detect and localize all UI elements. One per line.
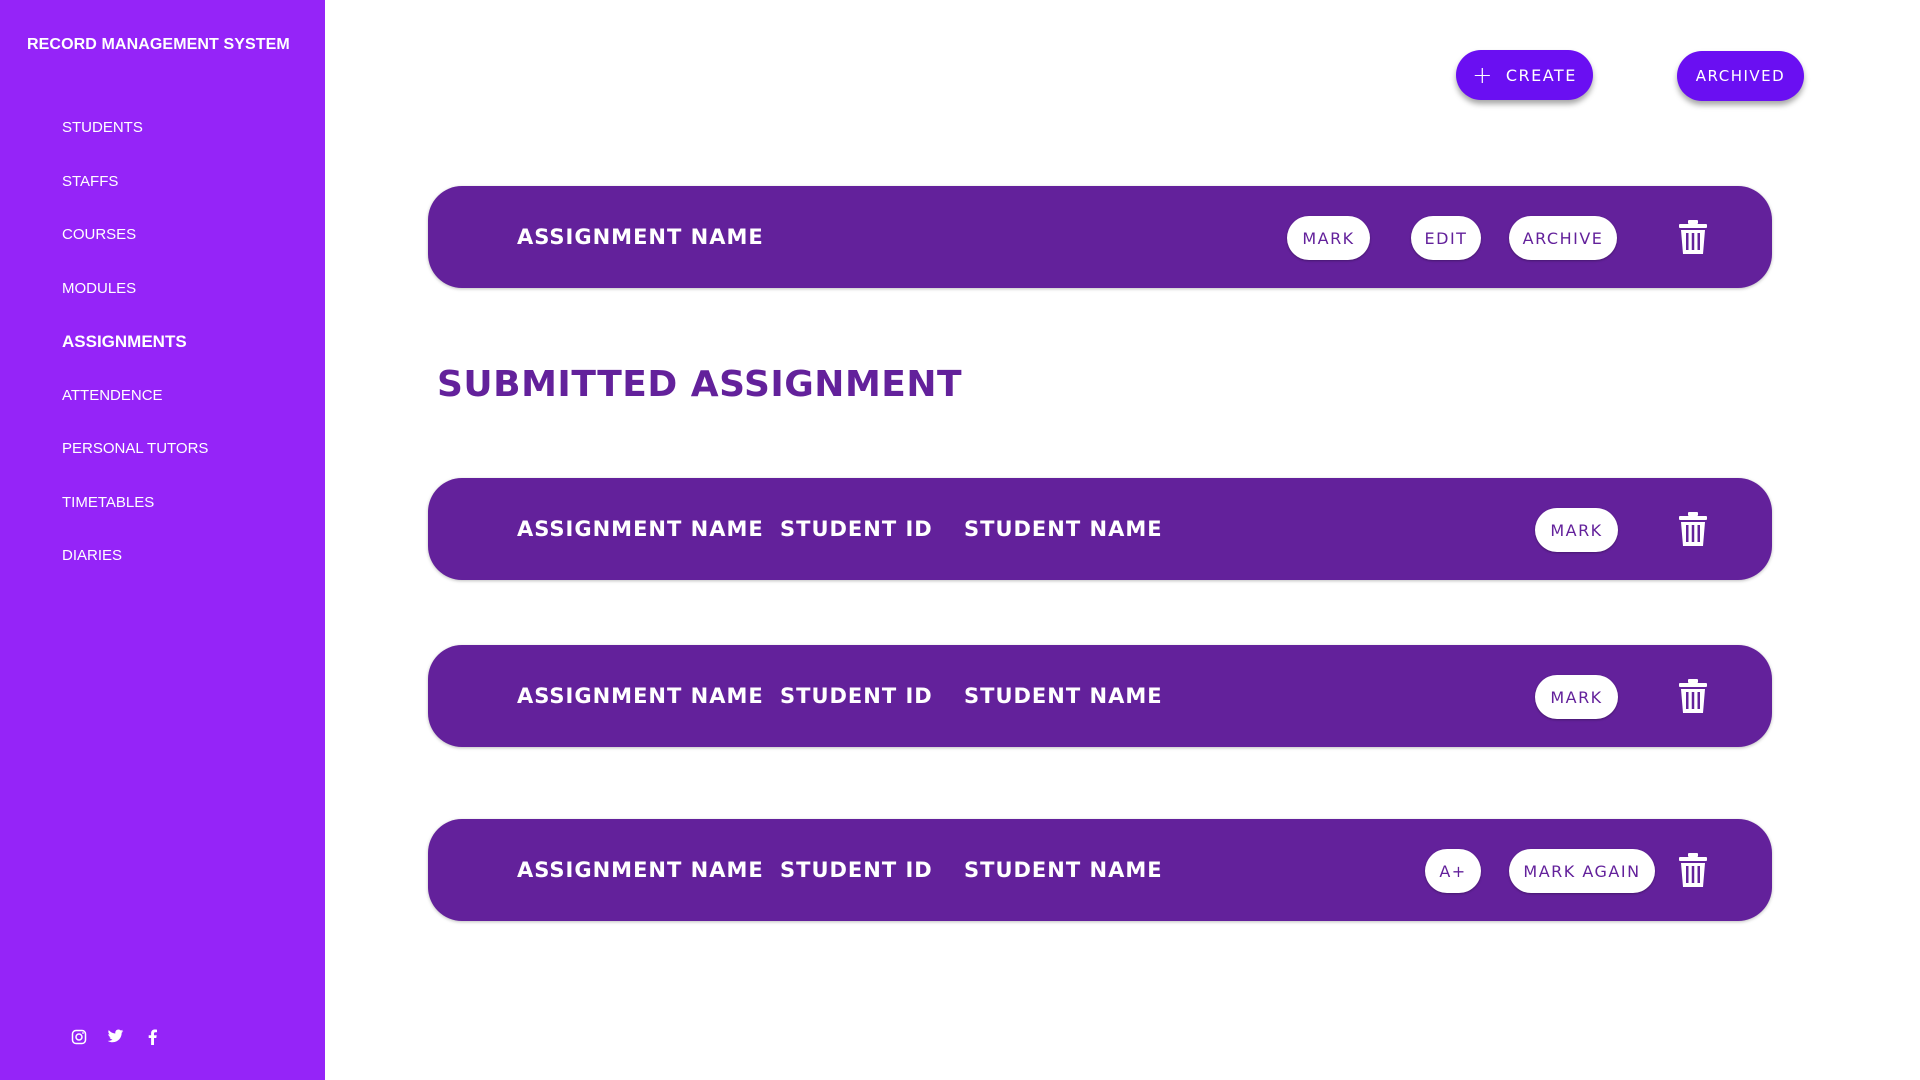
social-links	[70, 1028, 161, 1045]
trash-icon[interactable]	[1678, 219, 1708, 255]
trash-icon[interactable]	[1678, 511, 1708, 547]
app-title: RECORD MANAGEMENT SYSTEM	[27, 36, 290, 53]
mark-button[interactable]: MARK	[1535, 508, 1618, 552]
facebook-icon[interactable]	[144, 1028, 161, 1045]
section-title: SUBMITTED ASSIGNMENT	[437, 364, 963, 405]
grade-badge: A+	[1425, 849, 1481, 893]
assignment-name: ASSIGNMENT NAME	[517, 225, 764, 249]
sidebar-item-personal-tutors[interactable]: PERSONAL TUTORS	[62, 439, 208, 493]
instagram-icon[interactable]	[70, 1028, 87, 1045]
sidebar: RECORD MANAGEMENT SYSTEM STUDENTS STAFFS…	[0, 0, 325, 1080]
submitted-row: ASSIGNMENT NAME STUDENT ID STUDENT NAME …	[428, 645, 1772, 747]
edit-button[interactable]: EDIT	[1411, 216, 1481, 260]
sidebar-item-diaries[interactable]: DIARIES	[62, 546, 208, 600]
submitted-row: ASSIGNMENT NAME STUDENT ID STUDENT NAME …	[428, 478, 1772, 580]
sidebar-nav: STUDENTS STAFFS COURSES MODULES ASSIGNME…	[62, 118, 208, 600]
student-name: STUDENT NAME	[964, 684, 1163, 708]
student-id: STUDENT ID	[780, 858, 933, 882]
twitter-icon[interactable]	[107, 1028, 124, 1045]
trash-icon[interactable]	[1678, 852, 1708, 888]
sidebar-item-timetables[interactable]: TIMETABLES	[62, 493, 208, 547]
submitted-row: ASSIGNMENT NAME STUDENT ID STUDENT NAME …	[428, 819, 1772, 921]
plus-icon: +	[1472, 61, 1494, 89]
sidebar-item-students[interactable]: STUDENTS	[62, 118, 208, 172]
mark-again-button[interactable]: MARK AGAIN	[1509, 849, 1655, 893]
assignment-name: ASSIGNMENT NAME	[517, 684, 764, 708]
student-id: STUDENT ID	[780, 517, 933, 541]
sidebar-item-modules[interactable]: MODULES	[62, 279, 208, 333]
sidebar-item-staffs[interactable]: STAFFS	[62, 172, 208, 226]
assignment-name: ASSIGNMENT NAME	[517, 517, 764, 541]
archive-button[interactable]: ARCHIVE	[1509, 216, 1617, 260]
create-label: CREATE	[1505, 65, 1577, 85]
archived-button[interactable]: ARCHIVED	[1677, 51, 1804, 101]
mark-button[interactable]: MARK	[1287, 216, 1370, 260]
sidebar-item-courses[interactable]: COURSES	[62, 225, 208, 279]
student-name: STUDENT NAME	[964, 517, 1163, 541]
student-id: STUDENT ID	[780, 684, 933, 708]
trash-icon[interactable]	[1678, 678, 1708, 714]
student-name: STUDENT NAME	[964, 858, 1163, 882]
assignment-name: ASSIGNMENT NAME	[517, 858, 764, 882]
mark-button[interactable]: MARK	[1535, 675, 1618, 719]
sidebar-item-attendence[interactable]: ATTENDENCE	[62, 386, 208, 440]
sidebar-item-assignments[interactable]: ASSIGNMENTS	[62, 332, 208, 386]
create-button[interactable]: + CREATE	[1456, 50, 1593, 100]
assignment-card: ASSIGNMENT NAME MARK EDIT ARCHIVE	[428, 186, 1772, 288]
